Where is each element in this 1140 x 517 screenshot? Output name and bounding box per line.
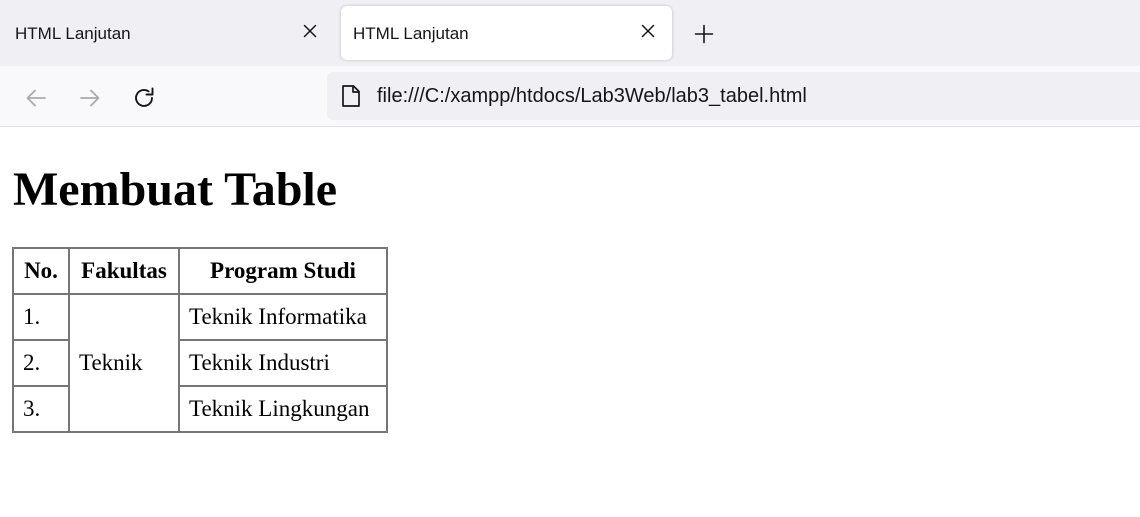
table-row: 1. Teknik Teknik Informatika [13, 294, 387, 432]
cell-program-studi: Teknik Lingkungan [179, 386, 387, 432]
arrow-left-icon[interactable] [24, 86, 48, 110]
page-icon [341, 85, 361, 107]
arrow-right-icon[interactable] [78, 86, 102, 110]
tab-html-lanjutan-2[interactable]: HTML Lanjutan [341, 6, 672, 60]
tab-title: HTML Lanjutan [15, 24, 131, 43]
plus-icon[interactable] [694, 24, 714, 44]
header-fakultas: Fakultas [69, 248, 179, 294]
page-title: Membuat Table [13, 163, 338, 216]
tab-strip: HTML Lanjutan HTML Lanjutan [0, 0, 1140, 66]
cell-no: 3. [13, 386, 69, 432]
cell-no: 1. [13, 294, 69, 340]
navigation-bar: file:///C:/xampp/htdocs/Lab3Web/lab3_tab… [0, 66, 1140, 127]
cell-no: 2. [13, 340, 69, 386]
tab-title: HTML Lanjutan [353, 24, 469, 43]
reload-icon[interactable] [132, 86, 156, 110]
tab-html-lanjutan-1[interactable]: HTML Lanjutan [0, 6, 336, 60]
header-no: No. [13, 248, 69, 294]
close-icon[interactable] [302, 23, 318, 39]
header-program-studi: Program Studi [179, 248, 387, 294]
address-bar[interactable]: file:///C:/xampp/htdocs/Lab3Web/lab3_tab… [327, 72, 1140, 120]
url-text[interactable]: file:///C:/xampp/htdocs/Lab3Web/lab3_tab… [377, 85, 807, 108]
cell-program-studi: Teknik Informatika [179, 294, 387, 340]
table-header-row: No. Fakultas Program Studi [13, 248, 387, 294]
cell-program-studi: Teknik Industri [179, 340, 387, 386]
page-content: Membuat Table No. Fakultas Program Studi… [0, 127, 1140, 517]
close-icon[interactable] [640, 23, 656, 39]
faculty-table: No. Fakultas Program Studi 1. Teknik Tek… [12, 247, 388, 433]
cell-fakultas: Teknik [69, 294, 179, 432]
